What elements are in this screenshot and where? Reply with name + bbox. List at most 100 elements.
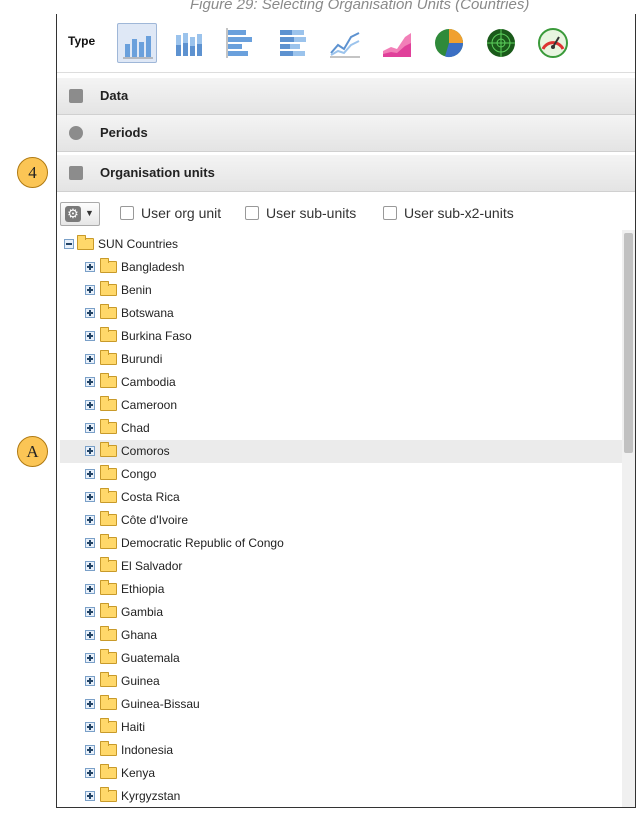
folder-icon <box>100 557 117 572</box>
user-sub-units-checkbox[interactable] <box>245 206 259 220</box>
tree-node-label: Congo <box>121 467 157 481</box>
folder-icon <box>100 327 117 342</box>
expand-icon[interactable] <box>85 768 95 778</box>
tree-node[interactable]: Cambodia <box>60 371 622 394</box>
marker-callout: A <box>17 436 48 467</box>
tree-node-label: El Salvador <box>121 559 183 573</box>
expand-icon[interactable] <box>85 607 95 617</box>
org-unit-toolbar: ⚙ ▼ User org unit User sub-units User su… <box>57 198 635 230</box>
tree-node[interactable]: Kenya <box>60 762 622 785</box>
stacked-bar-chart-icon[interactable] <box>273 23 313 63</box>
expand-icon[interactable] <box>85 515 95 525</box>
expand-icon[interactable] <box>85 377 95 387</box>
expand-icon[interactable] <box>85 423 95 433</box>
tree-node[interactable]: Bangladesh <box>60 256 622 279</box>
tree-node[interactable]: Congo <box>60 463 622 486</box>
folder-icon <box>100 488 117 503</box>
line-chart-icon[interactable] <box>325 23 365 63</box>
bar-chart-icon[interactable] <box>221 23 261 63</box>
expand-icon[interactable] <box>85 469 95 479</box>
gear-icon: ⚙ <box>65 206 81 222</box>
settings-dropdown-button[interactable]: ⚙ ▼ <box>60 202 100 226</box>
folder-icon <box>100 396 117 411</box>
tree-root-node[interactable]: SUN Countries <box>60 233 622 256</box>
expand-icon[interactable] <box>85 538 95 548</box>
tree-node-label: Comoros <box>121 444 170 458</box>
user-sub-x2-units-checkbox[interactable] <box>383 206 397 220</box>
column-chart-icon[interactable] <box>117 23 157 63</box>
tree-node-label: Haiti <box>121 720 146 734</box>
expand-icon[interactable] <box>85 400 95 410</box>
tree-node[interactable]: Ethiopia <box>60 578 622 601</box>
tree-node[interactable]: Cameroon <box>60 394 622 417</box>
expand-icon[interactable] <box>85 676 95 686</box>
tree-node[interactable]: Benin <box>60 279 622 302</box>
collapse-icon[interactable] <box>64 239 74 249</box>
tree-node[interactable]: Haiti <box>60 716 622 739</box>
expand-icon[interactable] <box>85 791 95 801</box>
tree-node-label: Bangladesh <box>121 260 185 274</box>
tree-node[interactable]: Botswana <box>60 302 622 325</box>
expand-icon[interactable] <box>85 653 95 663</box>
folder-icon <box>100 419 117 434</box>
section-data[interactable]: Data <box>57 78 635 115</box>
expand-icon[interactable] <box>85 285 95 295</box>
tree-node-label: Chad <box>121 421 150 435</box>
tree-node[interactable]: Burkina Faso <box>60 325 622 348</box>
expand-icon[interactable] <box>85 331 95 341</box>
tree-node[interactable]: Guinea <box>60 670 622 693</box>
tree-node[interactable]: Democratic Republic of Congo <box>60 532 622 555</box>
folder-icon <box>100 442 117 457</box>
folder-icon <box>100 350 117 365</box>
tree-node-label: Kenya <box>121 766 156 780</box>
tree-scrollbar[interactable] <box>622 230 635 807</box>
stacked-column-chart-icon[interactable] <box>169 23 209 63</box>
radar-chart-icon[interactable] <box>481 23 521 63</box>
section-periods[interactable]: Periods <box>57 115 635 152</box>
tree-node[interactable]: Chad <box>60 417 622 440</box>
chart-type-toolbar: Type <box>57 14 635 73</box>
expand-icon[interactable] <box>85 561 95 571</box>
tree-node[interactable]: Gambia <box>60 601 622 624</box>
folder-icon <box>100 534 117 549</box>
scrollbar-thumb[interactable] <box>624 233 633 453</box>
expand-icon[interactable] <box>85 492 95 502</box>
folder-icon <box>100 741 117 756</box>
tree-node[interactable]: Indonesia <box>60 739 622 762</box>
folder-open-icon <box>77 235 94 250</box>
tree-node-label: Guinea-Bissau <box>121 697 200 711</box>
area-chart-icon[interactable] <box>377 23 417 63</box>
expand-icon[interactable] <box>85 308 95 318</box>
tree-root-label: SUN Countries <box>98 237 179 251</box>
tree-node[interactable]: Comoros <box>60 440 622 463</box>
expand-icon[interactable] <box>85 262 95 272</box>
tree-node[interactable]: Costa Rica <box>60 486 622 509</box>
data-icon <box>69 89 83 103</box>
expand-icon[interactable] <box>85 584 95 594</box>
pie-chart-icon[interactable] <box>429 23 469 63</box>
tree-node[interactable]: Ghana <box>60 624 622 647</box>
tree-node[interactable]: Guinea-Bissau <box>60 693 622 716</box>
tree-node-label: Côte d'Ivoire <box>121 513 188 527</box>
user-org-unit-checkbox[interactable] <box>120 206 134 220</box>
tree-node-label: Costa Rica <box>121 490 180 504</box>
folder-icon <box>100 281 117 296</box>
tree-node[interactable]: Guatemala <box>60 647 622 670</box>
folder-icon <box>100 718 117 733</box>
tree-node[interactable]: El Salvador <box>60 555 622 578</box>
expand-icon[interactable] <box>85 745 95 755</box>
section-organisation-units[interactable]: Organisation units <box>57 155 635 192</box>
expand-icon[interactable] <box>85 354 95 364</box>
expand-icon[interactable] <box>85 699 95 709</box>
expand-icon[interactable] <box>85 630 95 640</box>
gauge-chart-icon[interactable] <box>533 23 573 63</box>
expand-icon[interactable] <box>85 446 95 456</box>
clock-icon <box>69 126 83 140</box>
tree-node[interactable]: Kyrgyzstan <box>60 785 622 807</box>
folder-icon <box>100 373 117 388</box>
org-unit-tree: SUN Countries Bangladesh Benin Botswana Bur… <box>57 230 635 807</box>
expand-icon[interactable] <box>85 722 95 732</box>
tree-node[interactable]: Côte d'Ivoire <box>60 509 622 532</box>
tree-node[interactable]: Burundi <box>60 348 622 371</box>
tree-node-label: Ghana <box>121 628 158 642</box>
